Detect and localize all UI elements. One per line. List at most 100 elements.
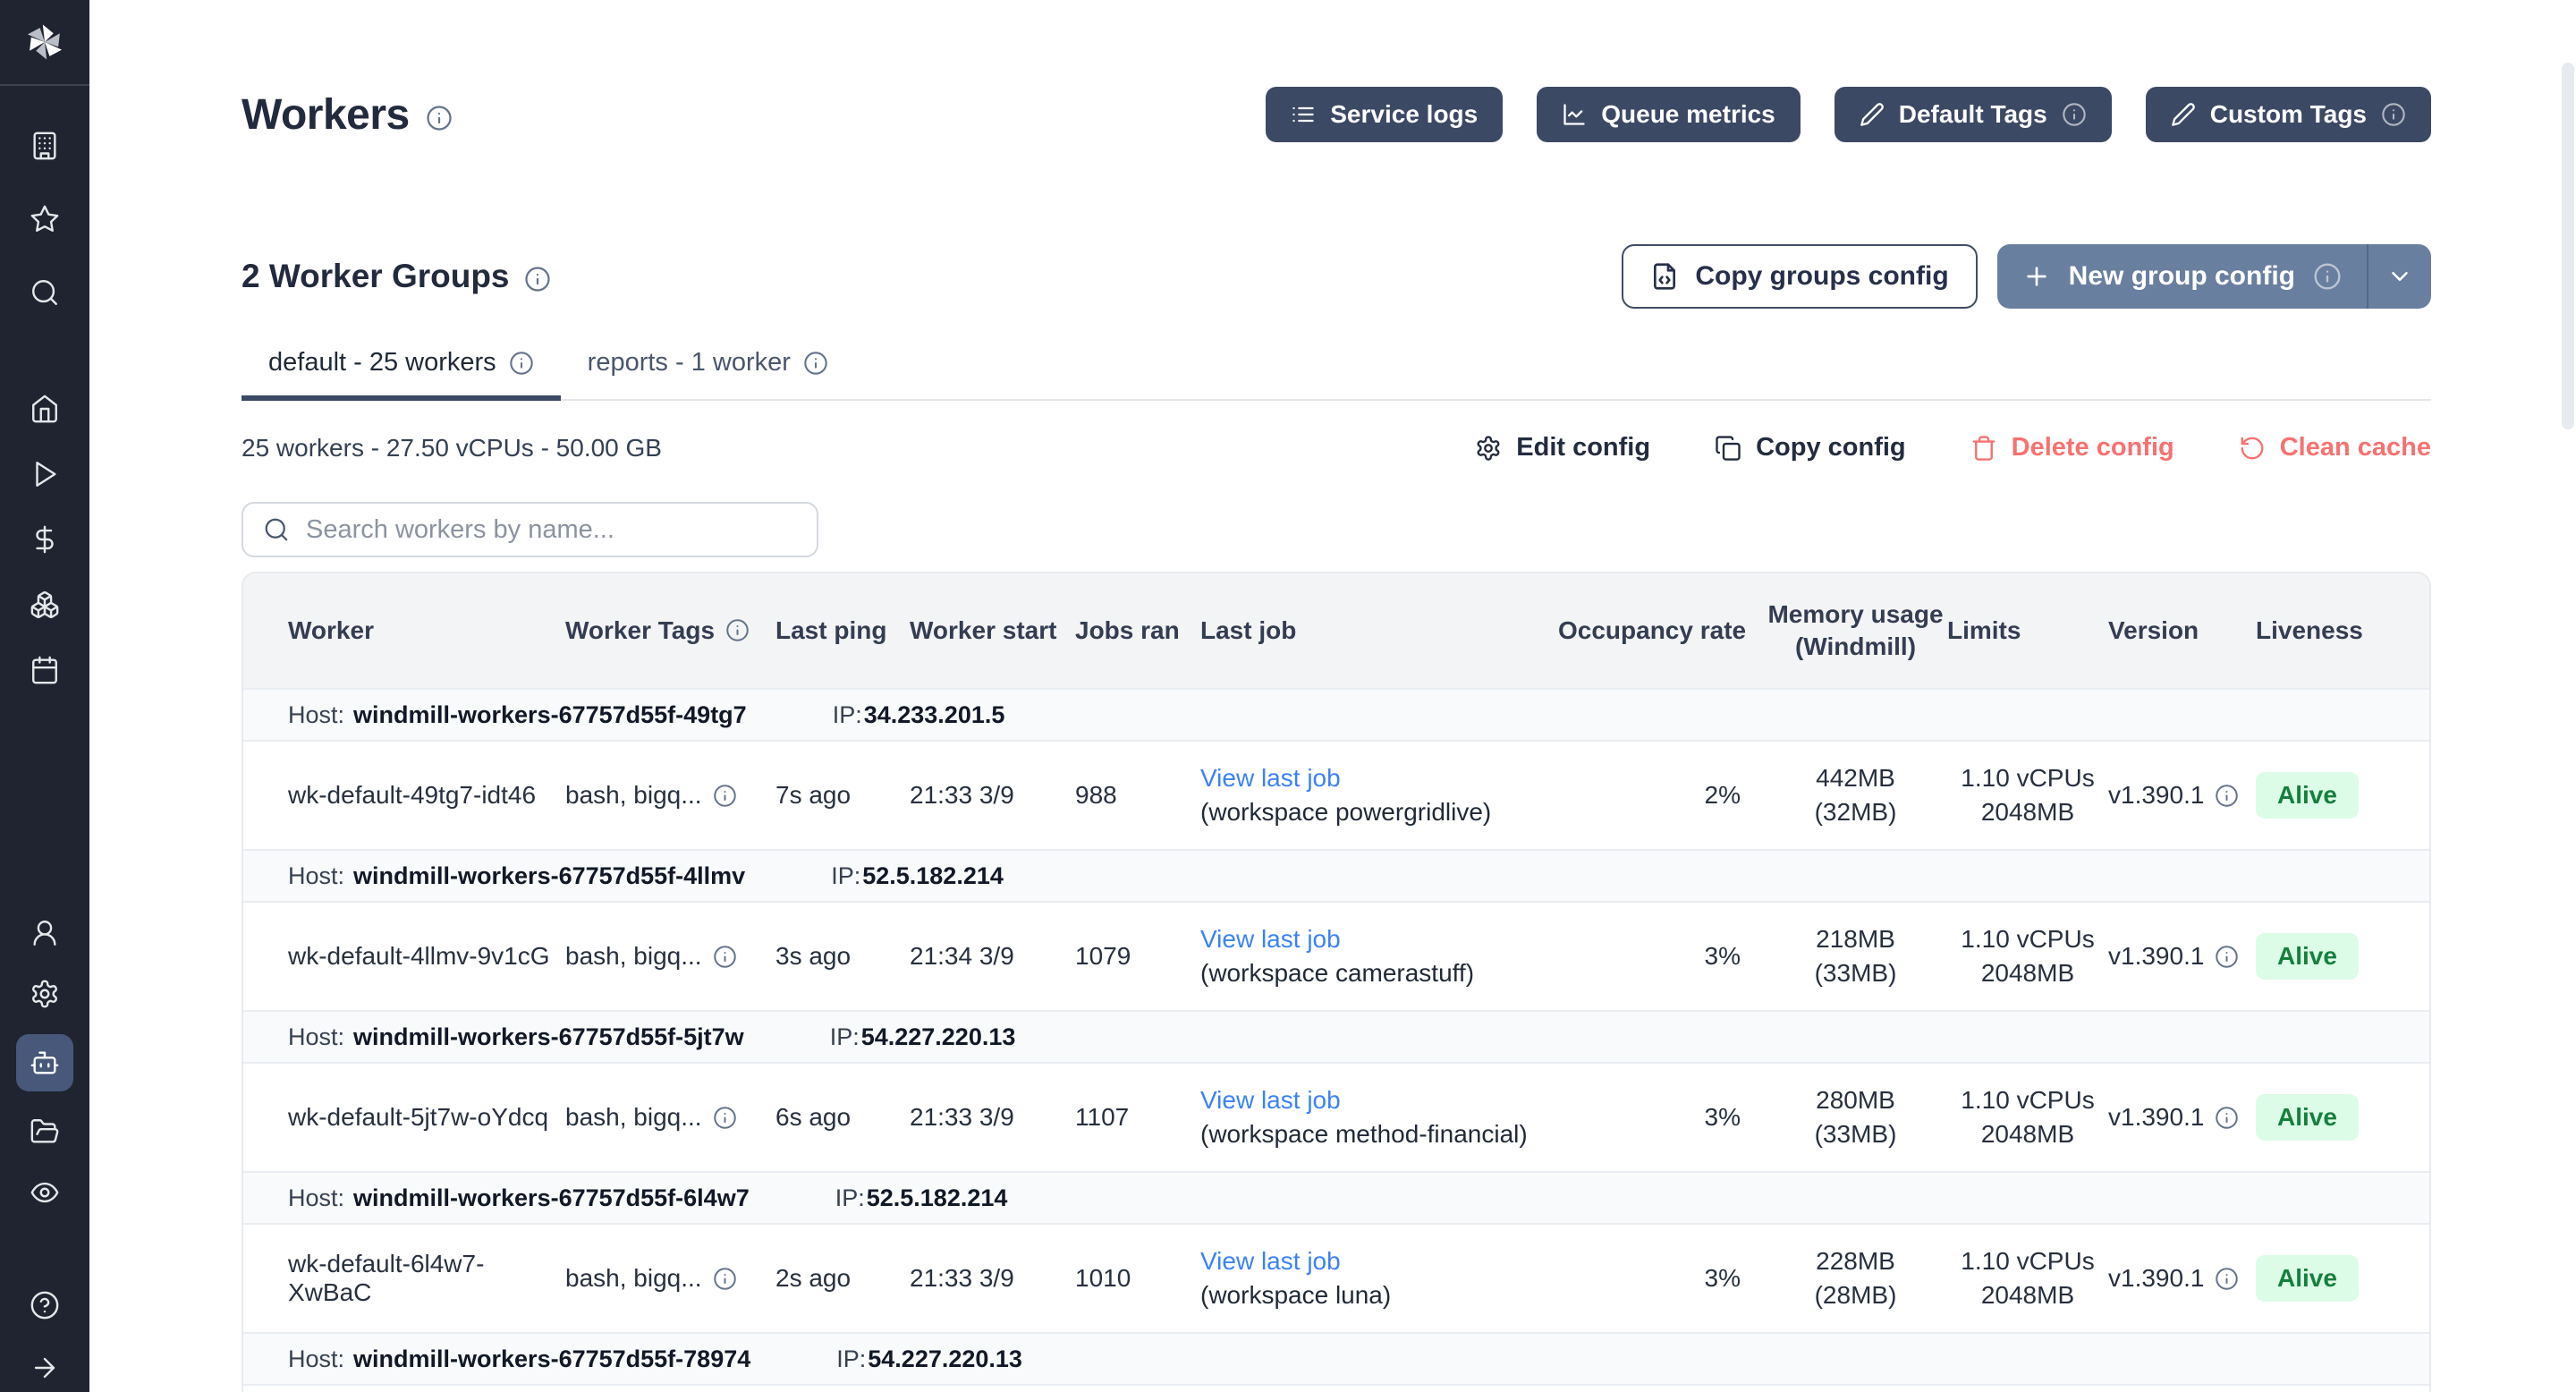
version-value: v1.390.1 [2108, 942, 2204, 971]
windmill-logo[interactable] [0, 0, 89, 86]
sidebar [0, 0, 89, 1392]
limit-memory: 2048MB [1947, 795, 2108, 829]
view-last-job-link[interactable]: View last job [1200, 764, 1341, 792]
copy-groups-config-label: Copy groups config [1695, 261, 1948, 292]
copy-config-label: Copy config [1756, 433, 1906, 463]
worker-tags-row-info-icon[interactable] [713, 784, 737, 808]
worker-tags-row-info-icon[interactable] [713, 945, 737, 969]
sidebar-item-schedules[interactable] [24, 649, 65, 691]
default-tags-info-icon[interactable] [2062, 102, 2087, 127]
sidebar-item-help[interactable] [24, 1285, 65, 1326]
host-label: Host: [288, 1184, 344, 1212]
worker-tags-row-info-icon[interactable] [713, 1106, 737, 1130]
worker-tags-value: bash, bigq... [565, 781, 702, 810]
sidebar-group-admin [16, 912, 73, 1213]
edit-config-button[interactable]: Edit config [1475, 433, 1650, 463]
workers-table: Worker Worker Tags Last ping Worker star… [242, 572, 2431, 1392]
delete-config-button[interactable]: Delete config [1970, 433, 2174, 463]
tab-reports-info-icon[interactable] [803, 351, 828, 376]
sidebar-item-search[interactable] [24, 272, 65, 313]
custom-tags-info-icon[interactable] [2381, 102, 2406, 127]
sidebar-group-main [24, 388, 65, 691]
copy-config-button[interactable]: Copy config [1715, 433, 1906, 463]
pencil-icon [1860, 102, 1885, 127]
memory-total: 280MB [1764, 1083, 1947, 1117]
sidebar-item-variables[interactable] [24, 519, 65, 560]
version-cell: v1.390.1 [2108, 781, 2256, 810]
sidebar-item-settings[interactable] [24, 973, 65, 1014]
ip-label: IP: [836, 1345, 866, 1372]
view-last-job-link[interactable]: View last job [1200, 1247, 1341, 1275]
default-tags-button[interactable]: Default Tags [1835, 87, 2112, 142]
worker-groups-info-icon[interactable] [524, 266, 551, 293]
worker-name: wk-default-6l4w7-XwBaC [288, 1250, 565, 1307]
sidebar-item-home[interactable] [24, 388, 65, 429]
ip-label: IP: [835, 1184, 865, 1211]
tab-reports[interactable]: reports - 1 worker [561, 343, 855, 401]
col-worker-start: Worker start [910, 615, 1075, 647]
host-name: windmill-workers-67757d55f-6l4w7 [353, 1184, 750, 1212]
liveness-badge: Alive [2256, 933, 2359, 980]
host-name: windmill-workers-67757d55f-78974 [353, 1345, 750, 1373]
search-input[interactable] [306, 515, 797, 545]
table-header: Worker Worker Tags Last ping Worker star… [243, 573, 2429, 688]
sidebar-item-workspace[interactable] [24, 125, 65, 166]
sidebar-expand-button[interactable] [24, 1347, 65, 1388]
worker-tags-cell: bash, bigq... [565, 942, 775, 971]
new-group-config-info-icon[interactable] [2313, 262, 2342, 291]
view-last-job-link[interactable]: View last job [1200, 925, 1341, 953]
clean-cache-button[interactable]: Clean cache [2239, 433, 2431, 463]
col-last-job: Last job [1200, 615, 1558, 647]
header-buttons: Service logs Queue metrics Default Tags … [1266, 87, 2431, 142]
sidebar-item-favorites[interactable] [24, 199, 65, 240]
memory-total: 228MB [1764, 1244, 1947, 1278]
worker-start-value: 21:33 3/9 [910, 781, 1075, 810]
memory-usage-cell: 280MB (33MB) [1764, 1083, 1947, 1151]
sidebar-item-workers[interactable] [16, 1034, 73, 1091]
building-icon [30, 131, 60, 161]
last-job-workspace: (workspace method-financial) [1200, 1117, 1558, 1151]
tab-default-info-icon[interactable] [509, 351, 534, 376]
view-last-job-link[interactable]: View last job [1200, 1086, 1341, 1114]
sidebar-item-users[interactable] [24, 912, 65, 954]
custom-tags-button[interactable]: Custom Tags [2146, 87, 2431, 142]
version-info-icon[interactable] [2215, 945, 2239, 969]
table-row: wk-default-6l4w7-XwBaC bash, bigq... 2s … [243, 1225, 2429, 1332]
queue-metrics-button[interactable]: Queue metrics [1537, 87, 1801, 142]
help-circle-icon [30, 1290, 60, 1320]
host-ip-value: 52.5.182.214 [867, 1184, 1008, 1211]
sidebar-item-folders[interactable] [24, 1111, 65, 1152]
main-content: Workers Service logs Queue metrics Defau… [89, 85, 2576, 1392]
worker-tags-info-icon[interactable] [725, 618, 750, 642]
worker-tags-row-info-icon[interactable] [713, 1267, 737, 1291]
worker-tags-cell: bash, bigq... [565, 781, 775, 810]
liveness-badge: Alive [2256, 1255, 2359, 1302]
version-info-icon[interactable] [2215, 784, 2239, 808]
calendar-icon [30, 655, 60, 685]
new-group-config-caret-button[interactable] [2367, 244, 2431, 309]
tab-default[interactable]: default - 25 workers [242, 343, 561, 401]
workers-info-icon[interactable] [426, 105, 453, 132]
last-ping-value: 3s ago [775, 942, 910, 971]
limit-cpu: 1.10 vCPUs [1947, 922, 2108, 956]
last-ping-value: 7s ago [775, 781, 910, 810]
version-info-icon[interactable] [2215, 1267, 2239, 1291]
worker-name: wk-default-4llmv-9v1cG [288, 942, 565, 971]
memory-usage-cell: 442MB (32MB) [1764, 761, 1947, 829]
sidebar-item-audit-logs[interactable] [24, 1172, 65, 1213]
version-info-icon[interactable] [2215, 1106, 2239, 1130]
worker-start-value: 21:33 3/9 [910, 1264, 1075, 1293]
new-group-config-label: New group config [2069, 261, 2295, 292]
sidebar-item-resources[interactable] [24, 584, 65, 625]
occupancy-rate-value: 2% [1558, 781, 1764, 810]
sidebar-item-runs[interactable] [24, 454, 65, 495]
col-worker: Worker [288, 615, 565, 647]
star-icon [30, 204, 60, 234]
worker-name: wk-default-5jt7w-oYdcq [288, 1103, 565, 1132]
page-scrollbar[interactable] [2562, 63, 2574, 429]
copy-groups-config-button[interactable]: Copy groups config [1622, 244, 1977, 309]
service-logs-button[interactable]: Service logs [1266, 87, 1503, 142]
new-group-config-button[interactable]: New group config [1997, 244, 2367, 309]
version-cell: v1.390.1 [2108, 1264, 2256, 1293]
liveness-cell: Alive [2256, 933, 2388, 980]
